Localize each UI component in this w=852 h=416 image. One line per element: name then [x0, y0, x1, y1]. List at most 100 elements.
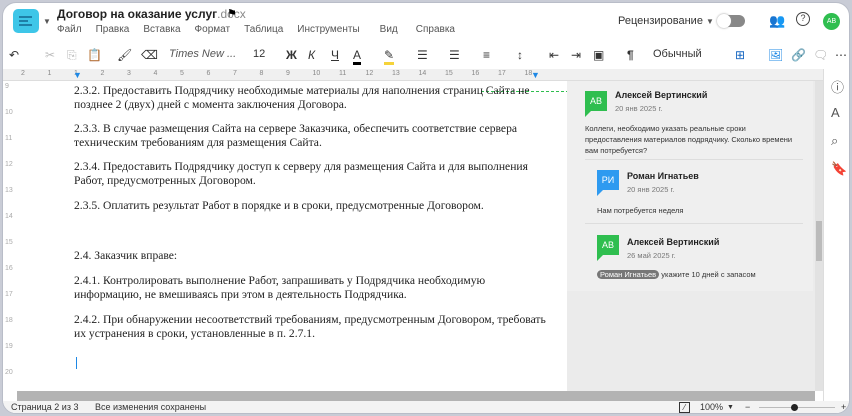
ruler-tick-label: 16: [471, 70, 480, 77]
fit-page-icon[interactable]: ⁄: [679, 402, 690, 413]
bold-button[interactable]: Ж: [286, 48, 297, 62]
ruler-tick-label: 7: [233, 70, 237, 77]
ruler-tick-label: 5: [180, 70, 184, 77]
line-number: 10: [5, 109, 13, 116]
ruler[interactable]: 2 1 1 2 3 4 5 6 7 8 9 10 11 12 13 14 15 16 17 18: [3, 69, 849, 81]
decrease-indent-icon[interactable]: ⇤: [549, 48, 559, 62]
format-painter-icon[interactable]: 🖌: [117, 48, 132, 62]
zoom-slider-handle[interactable]: [791, 404, 798, 411]
menu-insert[interactable]: Вставка: [143, 24, 180, 35]
document-title[interactable]: Договор на оказание услуг.docx: [57, 7, 246, 21]
ruler-tick-label: 8: [259, 70, 264, 77]
page-indicator: Страница 2 из 3: [11, 402, 79, 412]
cut-icon[interactable]: ✂: [45, 48, 55, 62]
document-page[interactable]: 2.3.2. Предоставить Подрядчику необходим…: [3, 81, 569, 391]
reply-author: Роман Игнатьев: [627, 171, 699, 181]
search-icon[interactable]: ⌕: [831, 133, 838, 149]
bookmark-icon[interactable]: 🔖: [831, 161, 847, 177]
document-line: 2.3.3. В случае размещения Сайта на серв…: [74, 122, 518, 135]
ruler-tick-label: 12: [365, 70, 374, 77]
document-line: информацию, не вмешиваясь при этом в дея…: [74, 288, 407, 301]
highlight-icon[interactable]: ✎: [384, 48, 395, 65]
menu-help[interactable]: Справка: [416, 24, 455, 35]
chevron-down-icon[interactable]: ▼: [727, 404, 734, 411]
line-number: 18: [5, 317, 13, 324]
ruler-tick-label: 9: [286, 70, 290, 77]
table-icon[interactable]: ⊞: [735, 48, 745, 62]
underline-button[interactable]: Ч: [331, 48, 339, 62]
zoom-in-button[interactable]: +: [841, 402, 846, 412]
mention-chip[interactable]: Роман Игнатьев: [597, 270, 660, 279]
reply-text: Нам потребуется неделя: [597, 206, 684, 215]
indent-marker-icon[interactable]: ▼: [73, 70, 82, 80]
user-avatar[interactable]: АВ: [823, 13, 840, 30]
document-line: 2.4. Заказчик вправе:: [74, 249, 178, 262]
font-color-icon[interactable]: A: [353, 48, 362, 65]
right-sidebar: ⓘ A ⌕ 🔖: [823, 69, 849, 401]
help-icon[interactable]: ?: [796, 12, 810, 26]
italic-button[interactable]: К: [308, 48, 315, 62]
horizontal-scrollbar[interactable]: [17, 391, 815, 401]
document-line: Работ, предусмотренных Договором.: [74, 174, 256, 187]
flag-icon[interactable]: ⚑: [227, 7, 237, 20]
ruler-tick-label: 15: [445, 70, 453, 77]
more-icon[interactable]: ⋯: [835, 48, 847, 62]
document-line: 2.3.5. Оплатить результат Работ в порядк…: [74, 199, 484, 212]
review-mode-label: Рецензирование: [618, 15, 703, 27]
line-spacing-icon[interactable]: ↕: [517, 48, 523, 62]
info-icon[interactable]: ⓘ: [831, 77, 844, 96]
margins-icon[interactable]: ▣: [593, 48, 604, 62]
font-family-select[interactable]: Times New ...: [169, 48, 236, 60]
menu-edit[interactable]: Правка: [96, 24, 130, 35]
ruler-tick-label: 3: [127, 70, 131, 77]
style-select[interactable]: Обычный: [653, 48, 702, 60]
zoom-level[interactable]: 100%: [700, 402, 723, 412]
document-line: 2.3.4. Предоставить Подрядчику доступ к …: [74, 160, 528, 173]
vertical-scrollbar[interactable]: [815, 81, 823, 391]
copy-icon[interactable]: ⎘: [67, 48, 77, 63]
link-icon[interactable]: 🔗: [791, 48, 806, 62]
comments-panel: АВ Алексей Вертинский 20 янв 2025 г. Кол…: [567, 81, 815, 391]
comment-icon[interactable]: 🗨: [813, 48, 828, 62]
numbered-list-icon[interactable]: ☰: [449, 48, 460, 62]
paste-icon[interactable]: 📋: [87, 48, 102, 62]
increase-indent-icon[interactable]: ⇥: [571, 48, 581, 62]
ruler-tick-label: 11: [339, 70, 347, 77]
menu-format[interactable]: Формат: [195, 24, 231, 35]
editor-window: ▼ Договор на оказание услуг.docx ⚑ Файл …: [2, 2, 850, 414]
menu-tools[interactable]: Инструменты: [297, 24, 359, 35]
bullet-list-icon[interactable]: ☰: [417, 48, 428, 62]
chevron-down-icon[interactable]: ▼: [43, 17, 51, 26]
review-mode-dropdown[interactable]: Рецензирование ▼: [618, 15, 714, 27]
text-cursor: [76, 357, 77, 369]
document-line: 2.4.1. Контролировать выполнение Работ, …: [74, 274, 486, 287]
menu-file[interactable]: Файл: [57, 24, 82, 35]
review-toggle[interactable]: [717, 14, 745, 28]
document-line: техническим требованиям для размещения С…: [74, 136, 322, 149]
align-icon[interactable]: ≡: [483, 48, 490, 62]
reply-text: укажите 10 дней с запасом: [661, 270, 756, 279]
reply-avatar: РИ: [597, 170, 619, 196]
image-icon[interactable]: 🖼: [768, 48, 783, 62]
reply-date: 26 май 2025 г.: [627, 251, 676, 260]
chevron-down-icon: ▼: [706, 17, 714, 26]
line-number: 15: [5, 239, 13, 246]
line-number: 19: [5, 343, 13, 350]
right-indent-marker-icon[interactable]: ▼: [531, 70, 540, 80]
zoom-out-button[interactable]: −: [745, 402, 750, 412]
users-icon[interactable]: 👥: [769, 13, 785, 29]
line-number: 11: [5, 135, 13, 142]
line-number: 13: [5, 187, 13, 194]
font-size-select[interactable]: 12: [253, 48, 265, 60]
document-line: их устранения в сроки, установленные в п…: [74, 327, 315, 340]
menu-table[interactable]: Таблица: [244, 24, 283, 35]
pilcrow-icon[interactable]: ¶: [627, 48, 634, 62]
text-style-icon[interactable]: A: [831, 105, 840, 120]
menu-view[interactable]: Вид: [380, 24, 398, 35]
app-logo[interactable]: [13, 9, 39, 33]
undo-icon[interactable]: ↶: [9, 48, 19, 62]
eraser-icon[interactable]: ⌫: [141, 48, 158, 62]
document-line: 2.3.2. Предоставить Подрядчику необходим…: [74, 84, 530, 97]
comment-thread[interactable]: АВ Алексей Вертинский 20 янв 2025 г. Кол…: [567, 81, 813, 291]
line-number: 9: [5, 83, 9, 90]
